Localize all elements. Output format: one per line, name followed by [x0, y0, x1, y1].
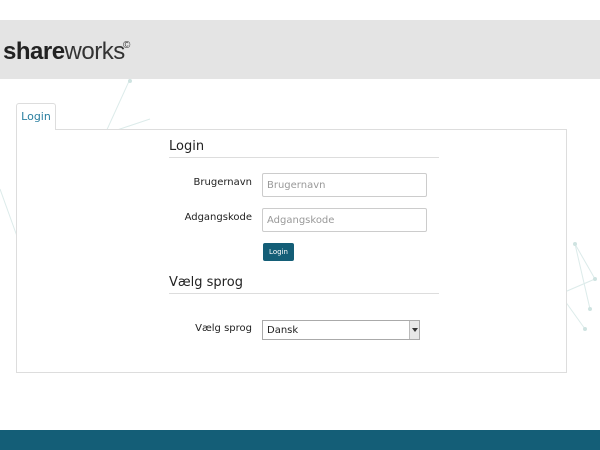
language-section-title: Vælg sprog	[169, 275, 243, 290]
login-button[interactable]: Login	[263, 243, 294, 261]
logo-text-light: works	[64, 38, 126, 65]
password-input[interactable]	[262, 208, 427, 232]
top-strip	[0, 0, 600, 20]
login-section-title: Login	[169, 139, 205, 154]
username-input[interactable]	[262, 173, 427, 197]
password-label: Adgangskode	[184, 212, 252, 223]
tab-login-label: Login	[21, 110, 51, 123]
logo-copyright-icon: ©	[123, 40, 131, 51]
logo-text-bold: share	[3, 38, 65, 65]
shareworks-logo[interactable]: shareworks	[3, 38, 125, 66]
tab-login[interactable]: Login	[16, 103, 56, 130]
username-label: Brugernavn	[193, 177, 252, 188]
language-label: Vælg sprog	[195, 323, 252, 334]
login-section-divider	[169, 157, 439, 158]
footer-bar	[0, 430, 600, 450]
chevron-down-icon[interactable]	[409, 321, 419, 339]
language-section-divider	[169, 293, 439, 294]
language-select-value: Dansk	[267, 325, 299, 336]
language-select[interactable]: Dansk	[262, 320, 420, 340]
